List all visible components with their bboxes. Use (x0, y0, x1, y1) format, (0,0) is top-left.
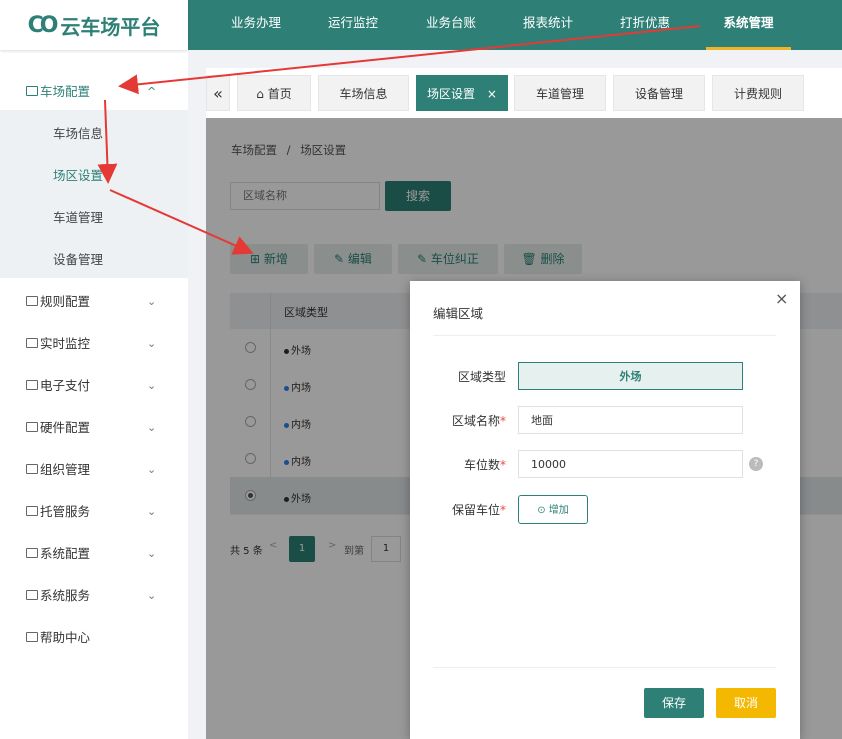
tab-billing-rules[interactable]: 计费规则 (712, 75, 804, 111)
folder-icon (26, 422, 38, 432)
sidebar-group-item[interactable]: 托管服务 ⌄ (0, 491, 188, 533)
sidebar-submenu: 车场信息 场区设置 车道管理 设备管理 (0, 110, 188, 278)
sidebar-group-parking-config[interactable]: 车场配置 ^ (0, 71, 188, 113)
logo-mark: CO (27, 12, 59, 38)
sidebar-group-item[interactable]: 系统服务 ⌄ (0, 575, 188, 617)
chevron-down-icon: ⌄ (147, 589, 157, 602)
sidebar-group-item[interactable]: 规则配置 ⌄ (0, 281, 188, 323)
topnav-ledger[interactable]: 业务台账 (426, 0, 476, 50)
sidebar-group-label: 硬件配置 (40, 420, 91, 435)
sidebar-item-device-management[interactable]: 设备管理 (53, 239, 103, 281)
zone-name-label-text: 区域名称 (451, 414, 500, 428)
folder-icon (26, 338, 38, 348)
app-logo[interactable]: CO 云车场平台 (0, 0, 188, 50)
dialog-footer-divider (433, 667, 776, 668)
cancel-button[interactable]: 取消 (716, 688, 776, 718)
sidebar-item-lane-management[interactable]: 车道管理 (53, 197, 103, 239)
zone-type-select[interactable]: 外场 (518, 362, 743, 390)
help-icon[interactable]: ? (749, 457, 763, 471)
plus-circle-icon: ⊙ (537, 505, 546, 516)
sidebar-item-zone-settings[interactable]: 场区设置 (53, 155, 103, 197)
space-count-label: 车位数* (426, 456, 506, 473)
dialog-divider (433, 335, 776, 336)
folder-icon (26, 464, 38, 474)
sidebar-group-item[interactable]: 硬件配置 ⌄ (0, 407, 188, 449)
top-nav-bar: 业务办理 运行监控 业务台账 报表统计 打折优惠 系统管理 (188, 0, 842, 50)
chevron-down-icon: ⌄ (147, 421, 157, 434)
add-reserved-button[interactable]: ⊙ 增加 (518, 495, 588, 524)
chevron-down-icon: ⌄ (147, 337, 157, 350)
sidebar-group-label: 组织管理 (40, 462, 91, 477)
home-icon: ⌂ (256, 87, 264, 101)
sidebar-group-label: 系统服务 (40, 588, 91, 603)
sidebar-group-item[interactable]: 帮助中心 (0, 617, 188, 659)
tab-label: 首页 (267, 87, 292, 101)
sidebar-group-label: 帮助中心 (40, 630, 91, 645)
tab-label: 场区设置 (427, 87, 476, 101)
chevron-down-icon: ⌄ (147, 463, 157, 476)
chevron-down-icon: ⌄ (147, 295, 157, 308)
chevron-up-icon: ^ (147, 85, 157, 98)
tab-device-management[interactable]: 设备管理 (613, 75, 705, 111)
topnav-business[interactable]: 业务办理 (231, 0, 281, 50)
tab-parking-info[interactable]: 车场信息 (318, 75, 409, 111)
topnav-discounts[interactable]: 打折优惠 (620, 0, 670, 50)
zone-name-label: 区域名称* (426, 412, 506, 429)
required-mark: * (500, 458, 506, 472)
chevron-down-icon: ⌄ (147, 547, 157, 560)
close-icon[interactable]: × (775, 289, 788, 308)
space-count-input[interactable]: 10000 (518, 450, 743, 478)
topnav-monitor[interactable]: 运行监控 (328, 0, 378, 50)
reserved-spaces-label-text: 保留车位 (451, 503, 500, 517)
required-mark: * (500, 414, 506, 428)
save-button[interactable]: 保存 (644, 688, 704, 718)
zone-name-input[interactable]: 地面 (518, 406, 743, 434)
sidebar-group-label: 系统配置 (40, 546, 91, 561)
sidebar-group-item[interactable]: 系统配置 ⌄ (0, 533, 188, 575)
zone-type-label: 区域类型 (457, 370, 506, 384)
add-reserved-label: 增加 (548, 505, 569, 516)
sidebar-group-item[interactable]: 电子支付 ⌄ (0, 365, 188, 407)
sidebar-item-parking-info[interactable]: 车场信息 (53, 113, 103, 155)
required-mark: * (500, 503, 506, 517)
edit-zone-dialog: 编辑区域 × 区域类型 外场 区域名称* 地面 车位数* 10000 ? 保留车… (410, 281, 800, 739)
topnav-reports[interactable]: 报表统计 (523, 0, 573, 50)
folder-icon (26, 590, 38, 600)
sidebar-group-item[interactable]: 组织管理 ⌄ (0, 449, 188, 491)
folder-icon (26, 380, 38, 390)
dialog-title: 编辑区域 (433, 306, 484, 321)
tab-bar: « ⌂ 首页 车场信息 场区设置 × 车道管理 设备管理 计费规则 (206, 68, 842, 118)
sidebar-group-item[interactable]: 实时监控 ⌄ (0, 323, 188, 365)
tab-home[interactable]: ⌂ 首页 (237, 75, 311, 111)
sidebar-group-label: 规则配置 (40, 294, 91, 309)
reserved-spaces-label: 保留车位* (426, 501, 506, 518)
chevron-down-icon: ⌄ (147, 379, 157, 392)
sidebar-group-label: 电子支付 (40, 378, 91, 393)
sidebar-group-label: 车场配置 (40, 84, 91, 99)
chevron-down-icon: ⌄ (147, 505, 157, 518)
folder-icon (26, 548, 38, 558)
collapse-tabs-icon[interactable]: « (206, 75, 230, 111)
folder-icon (26, 632, 38, 642)
folder-icon (26, 506, 38, 516)
app-name: 云车场平台 (60, 14, 161, 39)
close-tab-icon[interactable]: × (487, 87, 497, 101)
folder-icon (26, 86, 38, 96)
folder-icon (26, 296, 38, 306)
sidebar-group-label: 实时监控 (40, 336, 91, 351)
sidebar-group-label: 托管服务 (40, 504, 91, 519)
tab-zone-settings[interactable]: 场区设置 × (416, 75, 508, 111)
space-count-label-text: 车位数 (463, 458, 500, 472)
topnav-system[interactable]: 系统管理 (706, 0, 791, 50)
tab-lane-management[interactable]: 车道管理 (514, 75, 606, 111)
